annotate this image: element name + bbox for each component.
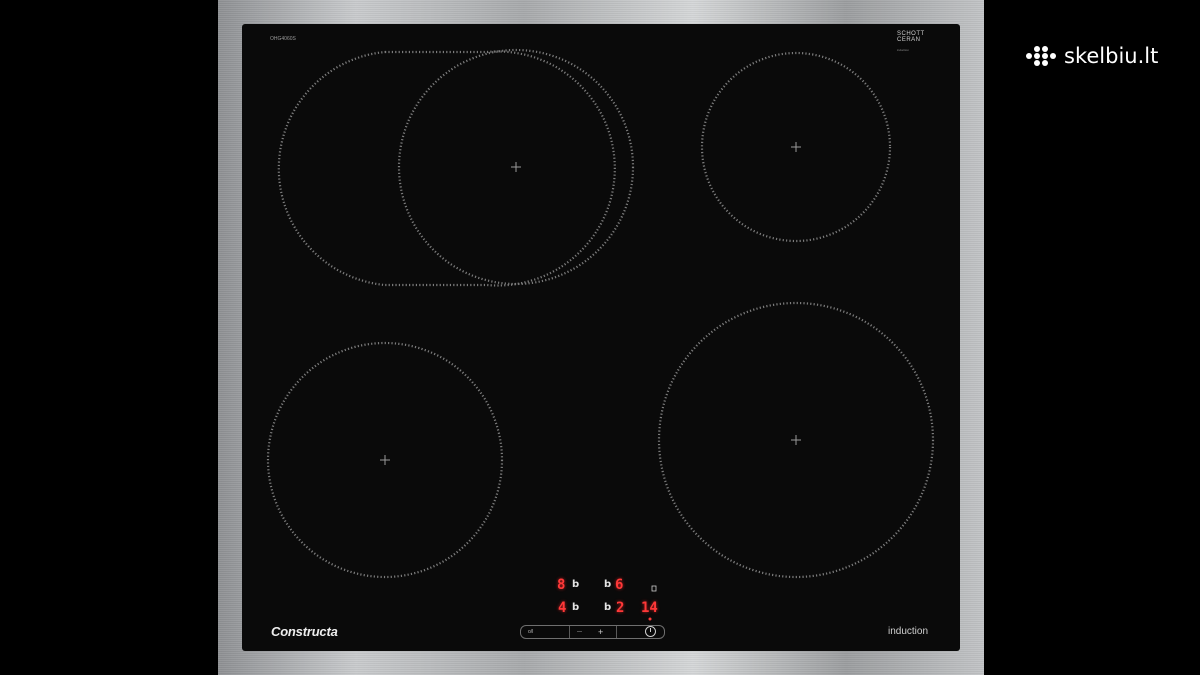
touch-control-strip[interactable]: o/l — <box>520 625 665 639</box>
led-digit-front-right: 6 <box>615 577 624 593</box>
flex-zone-outline <box>277 50 616 287</box>
power-touch-key[interactable]: o/l <box>521 626 570 638</box>
led-digit-front-left: 8 <box>557 577 566 593</box>
lock-icon <box>651 585 657 592</box>
led-digit-rear-right: 2 <box>616 600 625 616</box>
skelbiu-text: skelbiu.lt <box>1064 44 1159 68</box>
skelbiu-watermark: skelbiu.lt <box>1024 44 1158 68</box>
plus-icon[interactable]: + <box>598 628 603 637</box>
schott-sub-text: induction <box>897 48 910 52</box>
led-digit-timer: 14 <box>641 600 658 616</box>
induction-label: induction <box>888 626 929 637</box>
center-cross-flex <box>511 162 521 172</box>
ceran-text: CERAN <box>897 37 921 43</box>
model-code-text: OHG4060S <box>270 36 296 42</box>
minus-icon: — <box>577 629 582 635</box>
power-symbol-icon: o/l <box>528 629 534 635</box>
center-cross-bottom-left <box>380 455 390 465</box>
center-cross-bottom-right <box>791 435 801 445</box>
cooking-zones <box>266 48 935 621</box>
schott-logo: SCHOTT CERAN <box>897 31 925 43</box>
power-level-slider[interactable]: — <box>569 626 617 638</box>
indicator-dot <box>648 617 652 621</box>
timer-icon[interactable] <box>645 626 656 637</box>
brand-logo: Constructa <box>271 624 338 639</box>
boost-icon-3: b <box>572 602 580 613</box>
boost-icon-2: b <box>604 579 612 590</box>
boost-icon-4: b <box>604 602 612 613</box>
boost-icon-1: b <box>572 579 580 590</box>
led-digit-rear-left: 4 <box>558 600 567 616</box>
skelbiu-dots-icon <box>1026 46 1056 66</box>
center-cross-top-right <box>791 142 801 152</box>
